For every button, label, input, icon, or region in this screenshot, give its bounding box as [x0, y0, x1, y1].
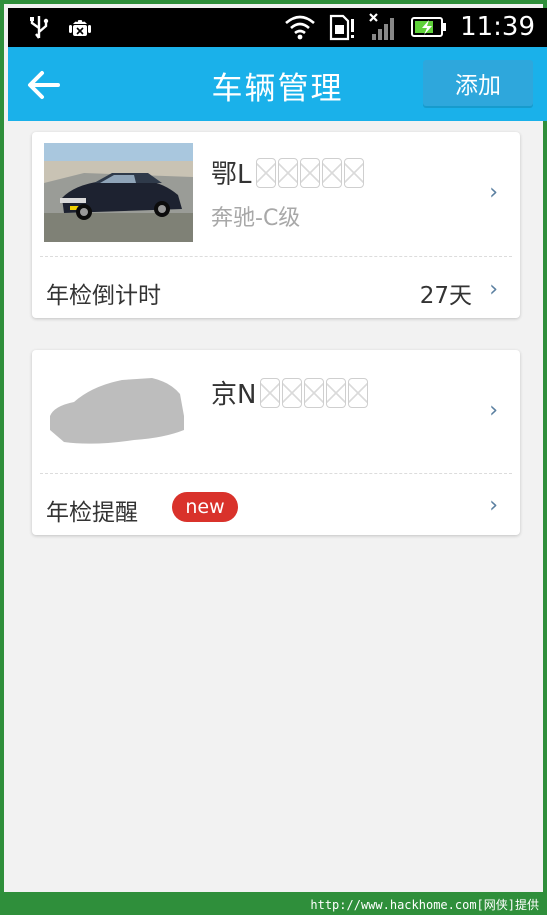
- wifi-icon: [285, 15, 315, 40]
- android-debug-icon: [69, 20, 91, 36]
- add-button[interactable]: 添加: [423, 60, 533, 106]
- car-model: 奔驰-C级: [211, 206, 301, 231]
- inspection-countdown-label: 年检倒计时: [46, 283, 161, 309]
- plate-prefix: 京N: [211, 380, 257, 410]
- car-photo: [44, 143, 193, 242]
- chevron-right-icon[interactable]: ›: [489, 277, 498, 302]
- inspection-reminder-label: 年检提醒: [46, 500, 138, 526]
- chevron-right-icon[interactable]: ›: [489, 493, 498, 518]
- status-time: 11:39: [460, 12, 535, 42]
- plate-number: 鄂L: [211, 154, 364, 191]
- inspection-countdown-value: 27天: [419, 283, 472, 309]
- signal-icon: [369, 13, 395, 40]
- vehicle-card[interactable]: 鄂L 奔驰-C级 › 年检倒计时 27天 ›: [32, 132, 520, 318]
- plate-number: 京N: [211, 374, 369, 411]
- battery-charging-icon: [411, 17, 447, 37]
- chevron-right-icon[interactable]: ›: [489, 180, 498, 205]
- plate-masked-digits: [260, 377, 369, 408]
- new-badge: new: [172, 492, 238, 522]
- divider: [40, 473, 512, 474]
- app-header: 车辆管理 添加: [8, 47, 547, 121]
- plate-prefix: 鄂L: [211, 160, 252, 190]
- car-placeholder-icon: [50, 378, 184, 444]
- watermark: http://www.hackhome.com[网侠]提供: [0, 892, 547, 915]
- vehicle-card[interactable]: 京N › 年检提醒 new ›: [32, 350, 520, 535]
- sim-icon: [329, 14, 355, 41]
- divider: [40, 256, 512, 257]
- plate-masked-digits: [255, 157, 364, 188]
- usb-icon: [30, 16, 49, 39]
- chevron-right-icon[interactable]: ›: [489, 398, 498, 423]
- screen-frame: 11:39 车辆管理 添加 鄂L 奔驰-C级 › 年检倒计时 27天 › 京N …: [0, 0, 547, 892]
- status-bar: 11:39: [8, 8, 547, 47]
